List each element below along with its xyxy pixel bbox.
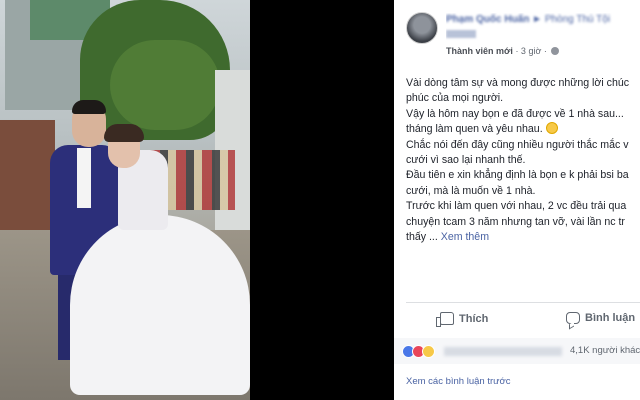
facebook-post: Phạm Quốc Huấn ► Phòng Thú Tội Thành viê… bbox=[394, 0, 640, 400]
post-line: tháng làm quen và yêu nhau. bbox=[406, 122, 640, 137]
author-line: Phạm Quốc Huấn ► Phòng Thú Tội bbox=[446, 13, 636, 41]
reaction-count[interactable]: 4,1K người khác bbox=[570, 345, 640, 356]
post-line: cưới vì sao lại nhanh thế. bbox=[406, 154, 526, 167]
post-actions: Thích Bình luận bbox=[394, 304, 640, 336]
globe-icon bbox=[551, 47, 560, 55]
comment-icon bbox=[566, 312, 580, 324]
post-line-text: thấy ... bbox=[406, 231, 438, 244]
avatar[interactable] bbox=[406, 12, 438, 44]
photo-groom-hair bbox=[72, 100, 106, 114]
post-line: Vậy là hôm nay bọn e đã được về 1 nhà sa… bbox=[406, 107, 624, 120]
divider bbox=[406, 302, 640, 303]
photo-bride-hair bbox=[104, 124, 144, 142]
group-name-continued bbox=[446, 30, 476, 38]
post-time[interactable]: · 3 giờ · bbox=[515, 46, 546, 56]
post-line: Vài dòng tâm sự và mong được những lời c… bbox=[406, 77, 630, 89]
post-line: Trước khi làm quen với nhau, 2 vc đều tr… bbox=[406, 200, 627, 213]
reaction-icons bbox=[402, 345, 435, 358]
like-button[interactable]: Thích bbox=[436, 312, 489, 327]
post-line: thấy ... Xem thêm bbox=[406, 230, 640, 245]
reactor-names-blurred bbox=[444, 347, 562, 356]
post-line: cưới, mà là muốn về 1 nhà. bbox=[406, 184, 536, 197]
view-previous-comments-link[interactable]: Xem các bình luận trước bbox=[406, 376, 510, 387]
author-name[interactable]: Phạm Quốc Huấn bbox=[446, 14, 529, 25]
wedding-photo[interactable] bbox=[0, 0, 250, 400]
post-line-text: tháng làm quen và yêu nhau. bbox=[406, 123, 543, 136]
post-line: Chắc nói đến đây cũng nhiều người thắc m… bbox=[406, 138, 629, 151]
like-label: Thích bbox=[459, 312, 489, 325]
member-role: Thành viên mới bbox=[446, 46, 513, 56]
post-line: phúc của mọi người. bbox=[406, 92, 504, 105]
haha-reaction-icon bbox=[422, 345, 435, 358]
group-name[interactable]: Phòng Thú Tội bbox=[545, 14, 610, 25]
photo-groom-shirt bbox=[77, 148, 91, 208]
comment-label: Bình luận bbox=[585, 312, 636, 324]
group-arrow: ► bbox=[532, 14, 543, 25]
post-line: chuyện tcam 3 năm nhưng tan vỡ, vài lần … bbox=[406, 215, 625, 228]
post-meta: Thành viên mới · 3 giờ · bbox=[446, 46, 560, 56]
photo-tree-foliage bbox=[110, 40, 220, 130]
post-header: Phạm Quốc Huấn ► Phòng Thú Tội Thành viê… bbox=[394, 0, 640, 62]
smile-emoji-icon bbox=[545, 122, 558, 135]
see-more-link[interactable]: Xem thêm bbox=[441, 231, 489, 243]
post-body: Vài dòng tâm sự và mong được những lời c… bbox=[406, 76, 640, 245]
post-line: Đầu tiên e xin khẳng định là bọn e k phả… bbox=[406, 169, 629, 182]
photo-bride-dress bbox=[70, 215, 250, 395]
reactions-bar[interactable]: 4,1K người khác bbox=[394, 338, 640, 364]
like-icon bbox=[436, 312, 454, 327]
comment-button[interactable]: Bình luận bbox=[566, 312, 635, 324]
